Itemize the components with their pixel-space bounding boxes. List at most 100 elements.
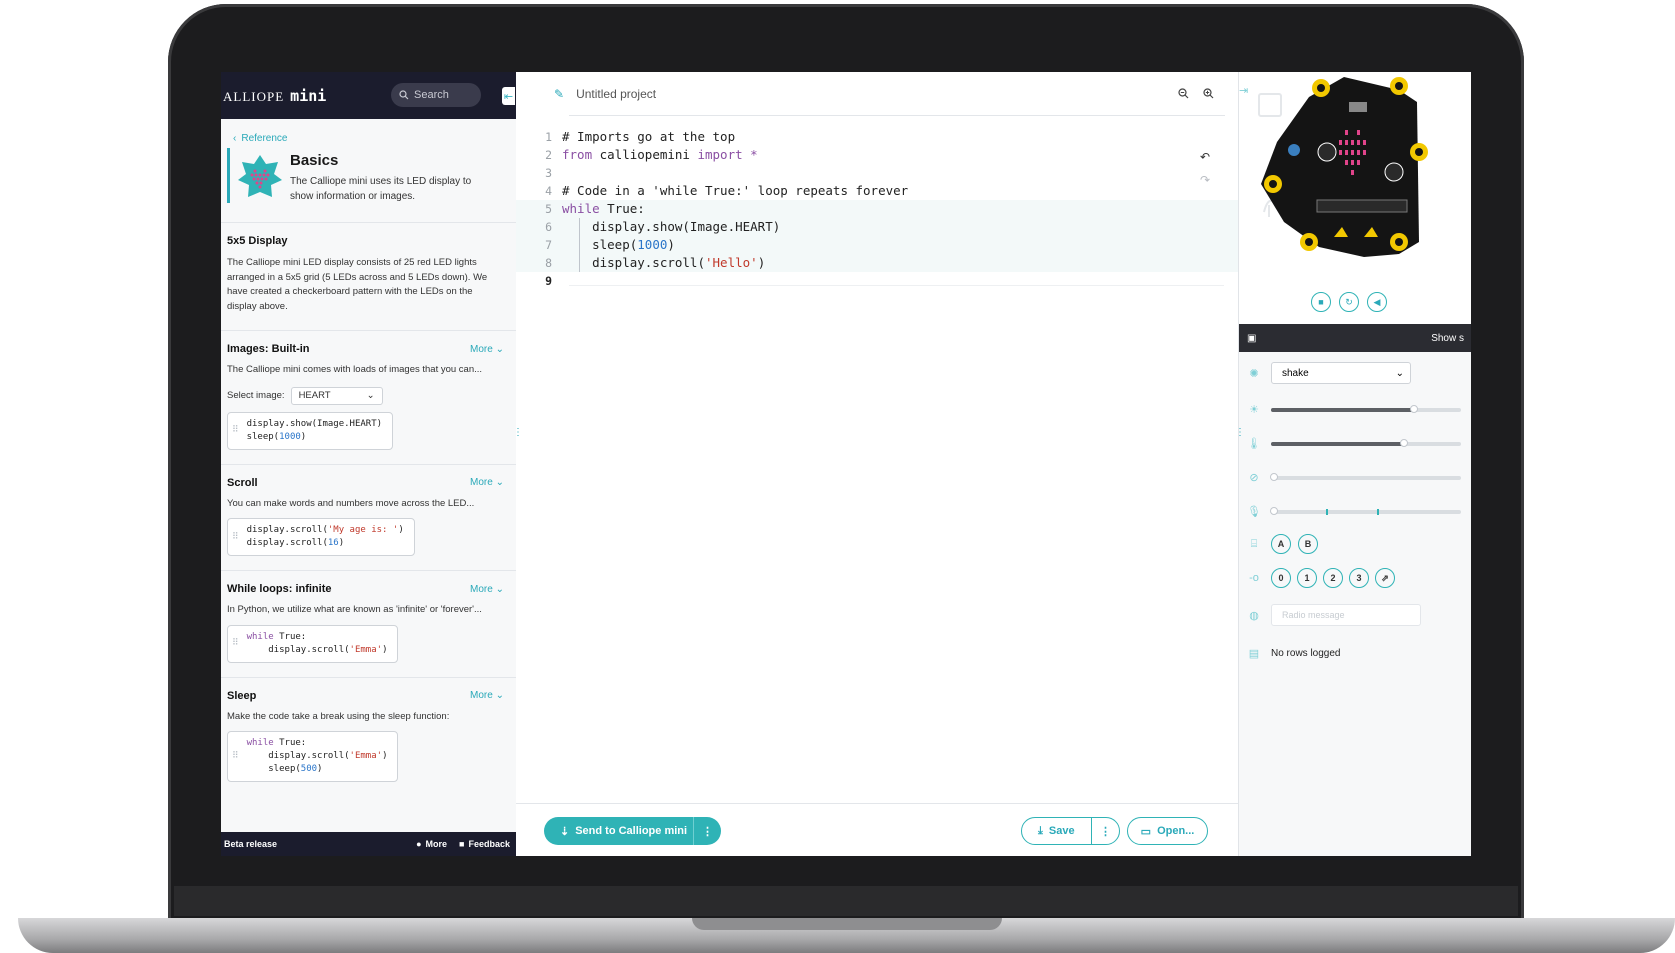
more-link[interactable]: More ⌄	[470, 690, 504, 701]
sound-icon[interactable]: ◀	[1367, 292, 1387, 312]
indent-guide	[579, 218, 580, 272]
reference-panel: ALLIOPE mini Search ⇤ ‹ Reference Basics…	[221, 72, 517, 856]
project-title-bar: ✎ Untitled project	[554, 87, 656, 101]
pin-1[interactable]: 1	[1297, 568, 1317, 588]
code-line: 4 # Code in a 'while True:' loop repeats …	[516, 182, 1238, 200]
compass-slider-knob[interactable]	[1270, 472, 1278, 481]
download-icon: ⤓	[1038, 824, 1043, 837]
send-options-icon[interactable]: ⋮	[694, 825, 721, 838]
light-slider-knob[interactable]	[1409, 404, 1418, 413]
temperature-row: 🌡	[1247, 437, 1461, 450]
send-to-calliope-button[interactable]: ⇣ Send to Calliope mini ⋮	[544, 817, 721, 845]
more-label: More	[470, 690, 493, 701]
temperature-slider-knob[interactable]	[1400, 438, 1408, 447]
drag-handle-icon[interactable]: ⠿	[232, 524, 239, 550]
section-5x5-display: 5x5 Display The Calliope mini LED displa…	[221, 222, 516, 314]
open-label: Open...	[1157, 825, 1195, 837]
code-snippet[interactable]: ⠿ display.scroll('My age is: ') display.…	[227, 518, 415, 556]
reference-footer: Beta release ● More ■ Feedback	[221, 832, 516, 856]
calliope-board[interactable]	[1239, 72, 1471, 282]
save-button[interactable]: ⤓ Save ⋮	[1021, 817, 1120, 845]
microphone-icon: 🎙	[1247, 506, 1261, 518]
line-number: 6	[545, 220, 552, 234]
zoom-out-icon[interactable]	[1178, 88, 1189, 99]
send-main[interactable]: ⇣ Send to Calliope mini	[544, 817, 694, 845]
resize-handle-icon[interactable]: ⋮	[1235, 427, 1245, 438]
back-to-reference-link[interactable]: ‹ Reference	[233, 133, 516, 144]
data-log-icon: ▤	[1248, 648, 1260, 660]
button-a[interactable]: A	[1271, 534, 1291, 554]
light-slider[interactable]	[1271, 404, 1461, 413]
radio-icon: ◍	[1249, 609, 1259, 622]
basics-header: Basics The Calliope mini uses its LED di…	[227, 148, 516, 204]
code-snippet[interactable]: ⠿ display.show(Image.HEART) sleep(1000)	[227, 411, 394, 450]
section-while-loops: While loops: infinite More ⌄ In Python, …	[221, 570, 516, 663]
chevron-down-icon: ⌄	[366, 390, 375, 401]
drag-handle-icon[interactable]: ⠿	[232, 631, 239, 657]
sound-level-slider[interactable]	[1270, 506, 1461, 515]
search-box[interactable]: Search	[391, 83, 481, 107]
chevron-left-icon: ‹	[233, 133, 237, 144]
heart-led-illustration	[238, 155, 282, 197]
more-label: More	[470, 477, 493, 488]
buttons-row: ⌸ A B	[1247, 534, 1318, 554]
more-link[interactable]: More ⌄	[470, 344, 504, 355]
feedback-icon: ■	[459, 839, 465, 849]
snippet-code: display.show(Image.HEART) sleep(1000)	[246, 418, 383, 442]
button-b[interactable]: B	[1298, 534, 1318, 554]
sound-level-slider-knob[interactable]	[1270, 506, 1278, 515]
project-name[interactable]: Untitled project	[576, 87, 656, 101]
section-title: 5x5 Display	[227, 235, 288, 247]
editor-action-bar: ⇣ Send to Calliope mini ⋮ ⤓ Save ⋮ ▭ Ope…	[516, 803, 1238, 856]
open-button[interactable]: ▭ Open...	[1127, 817, 1208, 845]
select-image-value: HEART	[298, 390, 331, 401]
section-description: You can make words and numbers move acro…	[227, 497, 475, 509]
line-number: 5	[545, 202, 552, 216]
light-row: ☀	[1247, 403, 1461, 416]
radio-message-input[interactable]: Radio message	[1271, 604, 1421, 626]
compass-row: ⊘	[1247, 471, 1461, 484]
reset-icon[interactable]: ↻	[1339, 292, 1359, 312]
select-image-dropdown[interactable]: HEART ⌄	[290, 386, 383, 405]
chevron-down-icon: ⌄	[495, 583, 504, 595]
pin-logo-icon[interactable]: ⇗	[1375, 568, 1395, 588]
more-link[interactable]: More ⌄	[470, 477, 504, 488]
resize-handle-icon[interactable]: ⋮	[513, 427, 523, 438]
back-link-label: Reference	[241, 133, 288, 144]
pin-2[interactable]: 2	[1323, 568, 1343, 588]
save-main[interactable]: ⤓ Save	[1022, 818, 1092, 844]
code-line: 5 while True:	[516, 200, 1238, 218]
redo-icon[interactable]: ↷	[1200, 173, 1210, 187]
code-snippet[interactable]: ⠿ while True: display.scroll('Emma')	[227, 624, 399, 663]
pin-3[interactable]: 3	[1349, 568, 1369, 588]
simulator-controls: ■ ↻ ◀	[1311, 292, 1387, 312]
gesture-select[interactable]: shake ⌄	[1271, 362, 1411, 384]
save-options-icon[interactable]: ⋮	[1092, 825, 1119, 838]
more-menu-link[interactable]: ● More	[416, 839, 447, 849]
undo-icon[interactable]: ↶	[1200, 150, 1210, 164]
gesture-icon: ✺	[1249, 367, 1259, 380]
snippet-code: display.scroll('My age is: ') display.sc…	[246, 525, 404, 548]
drag-handle-icon[interactable]: ⠿	[232, 737, 239, 776]
compass-slider[interactable]	[1270, 472, 1461, 481]
line-number: 8	[545, 256, 552, 270]
light-slider-fill	[1271, 407, 1414, 412]
pin-0[interactable]: 0	[1271, 568, 1291, 588]
brand-name: ALLIOPE	[223, 88, 285, 104]
laptop-notch	[692, 918, 1002, 930]
collapse-sidebar-icon[interactable]: ⇤	[502, 87, 515, 105]
feedback-link[interactable]: ■ Feedback	[459, 839, 510, 849]
zoom-in-icon[interactable]	[1203, 88, 1214, 99]
stop-icon[interactable]: ■	[1311, 292, 1331, 312]
footer-more-label: More	[425, 839, 448, 849]
drag-handle-icon[interactable]: ⠿	[232, 418, 239, 444]
pencil-icon[interactable]: ✎	[554, 87, 564, 101]
more-link[interactable]: More ⌄	[470, 584, 504, 595]
code-area[interactable]: 1 # Imports go at the top 2 from calliopem…	[516, 128, 1238, 290]
threshold-low-tick	[1326, 508, 1328, 515]
serial-bar[interactable]: ▣ Show s	[1239, 324, 1471, 352]
temperature-slider[interactable]	[1271, 438, 1461, 447]
gesture-row: ✺ shake ⌄	[1247, 362, 1411, 384]
code-snippet[interactable]: ⠿ while True: display.scroll('Emma') sle…	[227, 731, 399, 782]
code-line: 1 # Imports go at the top	[516, 128, 1238, 146]
